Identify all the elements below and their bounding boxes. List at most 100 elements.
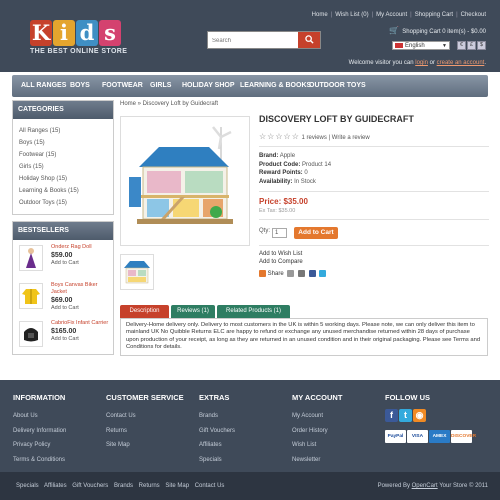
create-account-link[interactable]: create an account	[437, 60, 485, 66]
tab-reviews[interactable]: Reviews (1)	[171, 305, 215, 318]
nav-holiday-shop[interactable]: Holiday Shop	[175, 75, 242, 97]
product-image[interactable]	[120, 116, 250, 246]
search-icon	[304, 35, 314, 44]
twitter-icon[interactable]	[319, 270, 327, 277]
rag-doll-thumbnail[interactable]	[19, 245, 43, 271]
bottom-link[interactable]: Gift Vouchers	[72, 483, 108, 489]
bestseller-add-to-cart[interactable]: Add to Cart	[51, 260, 109, 266]
wish-compare-links: Add to Wish List Add to Compare	[259, 251, 489, 266]
print-icon[interactable]	[298, 270, 306, 277]
nav-footwear[interactable]: Footwear	[95, 75, 150, 97]
email-icon[interactable]	[287, 270, 295, 277]
footer-link[interactable]: Privacy Policy	[13, 438, 66, 453]
write-review-link[interactable]: Write a review	[332, 135, 370, 141]
bottom-link[interactable]: Returns	[139, 483, 160, 489]
bestseller-add-to-cart[interactable]: Add to Cart	[51, 336, 109, 342]
footer-link[interactable]: Gift Vouchers	[199, 424, 235, 439]
bottom-link[interactable]: Contact Us	[195, 483, 225, 489]
footer-link[interactable]: Order History	[292, 424, 342, 439]
top-link-wishlist[interactable]: Wish List (0)	[335, 12, 368, 18]
payment-icons: PayPal VISA AMEX DISCOVER	[385, 430, 476, 443]
nav-outdoor-toys[interactable]: Outdoor Toys	[302, 75, 373, 97]
main-nav: All Ranges Boys Footwear Girls Holiday S…	[12, 75, 488, 97]
category-link[interactable]: All Ranges (15)	[19, 125, 107, 137]
bestseller-name[interactable]: CabrioFix Infant Carrier	[51, 320, 109, 327]
footer-col-information: Information About Us Delivery Informatio…	[13, 393, 66, 467]
availability-row: Availability: In Stock	[259, 178, 489, 187]
facebook-icon[interactable]	[308, 270, 316, 277]
bestseller-add-to-cart[interactable]: Add to Cart	[51, 305, 109, 311]
top-link-checkout[interactable]: Checkout	[461, 12, 486, 18]
footer-heading: Customer Service	[106, 393, 184, 402]
add-to-cart-button[interactable]: Add to Cart	[294, 227, 338, 239]
paypal-icon: PayPal	[385, 430, 406, 443]
add-to-compare-link[interactable]: Add to Compare	[259, 259, 489, 267]
share-plus-icon[interactable]	[259, 270, 266, 277]
bestseller-price: $69.00	[51, 297, 73, 304]
nav-boys[interactable]: Boys	[63, 75, 97, 97]
currency-pound-button[interactable]: £	[467, 41, 476, 50]
footer-link[interactable]: Contact Us	[106, 409, 184, 424]
brand-link[interactable]: Apple	[280, 153, 295, 159]
currency-euro-button[interactable]: €	[457, 41, 466, 50]
infant-carrier-thumbnail[interactable]	[19, 321, 43, 347]
footer-link[interactable]: Affiliates	[199, 438, 235, 453]
footer-link[interactable]: My Account	[292, 409, 342, 424]
logo[interactable]: Kids THE BEST ONLINE STORE	[30, 20, 128, 58]
rating-row: ☆☆☆☆☆ 1 reviews | Write a review	[259, 132, 370, 141]
product-info: Discovery Loft by Guidecraft ☆☆☆☆☆ 1 rev…	[259, 114, 489, 279]
category-link[interactable]: Boys (15)	[19, 137, 107, 149]
reviews-link[interactable]: 1 reviews	[302, 135, 327, 141]
top-link-home[interactable]: Home	[312, 12, 328, 18]
bottom-link[interactable]: Specials	[16, 483, 39, 489]
facebook-icon[interactable]: f	[385, 409, 398, 422]
footer-link[interactable]: Specials	[199, 453, 235, 468]
footer-link[interactable]: Wish List	[292, 438, 342, 453]
category-link[interactable]: Girls (15)	[19, 161, 107, 173]
bestseller-name[interactable]: Boys Canvas Biker Jacket	[51, 282, 109, 296]
points-value: 0	[304, 170, 308, 176]
footer-link[interactable]: Newsletter	[292, 453, 342, 468]
footer-link[interactable]: Delivery Information	[13, 424, 66, 439]
tab-related-products[interactable]: Related Products (1)	[217, 305, 290, 318]
twitter-icon[interactable]: t	[399, 409, 412, 422]
footer-link[interactable]: About Us	[13, 409, 66, 424]
welcome-suffix: .	[484, 60, 486, 66]
rss-icon[interactable]: ◉	[413, 409, 426, 422]
bottom-link[interactable]: Affiliates	[44, 483, 67, 489]
header-cart[interactable]: 🛒 Shopping Cart 0 item(s) - $0.00	[389, 26, 486, 35]
opencart-link[interactable]: OpenCart	[412, 483, 438, 489]
footer-link[interactable]: Returns	[106, 424, 184, 439]
login-link[interactable]: login	[415, 60, 428, 66]
jacket-thumbnail[interactable]	[19, 283, 43, 309]
currency-dollar-button[interactable]: $	[477, 41, 486, 50]
bottom-link[interactable]: Site Map	[165, 483, 189, 489]
uk-flag-icon	[395, 43, 403, 48]
language-select[interactable]: English ▼	[392, 41, 450, 50]
code-value: Product 14	[302, 161, 332, 168]
category-link[interactable]: Learning & Books (15)	[19, 185, 107, 197]
breadcrumb[interactable]: Home » Discovery Loft by Guidecraft	[120, 101, 218, 107]
footer-link[interactable]: Brands	[199, 409, 235, 424]
category-link[interactable]: Footwear (15)	[19, 149, 107, 161]
footer-link[interactable]: Site Map	[106, 438, 184, 453]
welcome-text: Welcome visitor you can login or create …	[349, 60, 486, 66]
search-input[interactable]	[212, 35, 298, 46]
share-label[interactable]: Share	[268, 271, 284, 277]
category-link[interactable]: Holiday Shop (15)	[19, 173, 107, 185]
top-link-account[interactable]: My Account	[376, 12, 407, 18]
bottom-link[interactable]: Brands	[114, 483, 133, 489]
footer-link[interactable]: Terms & Conditions	[13, 453, 66, 468]
category-link[interactable]: Outdoor Toys (15)	[19, 197, 107, 209]
tab-description[interactable]: Description	[120, 305, 169, 318]
product-thumbnail[interactable]	[120, 254, 154, 290]
add-to-wishlist-link[interactable]: Add to Wish List	[259, 251, 489, 259]
search-button[interactable]	[298, 32, 320, 48]
bestseller-name[interactable]: Onderz Rag Doll	[51, 244, 109, 251]
quantity-input[interactable]: 1	[272, 228, 287, 238]
brand-label: Brand:	[259, 153, 279, 159]
top-link-cart[interactable]: Shopping Cart	[415, 12, 453, 18]
currency-switcher: € £ $	[456, 41, 486, 50]
nav-girls[interactable]: Girls	[143, 75, 178, 97]
cart-summary: Shopping Cart 0 item(s) - $0.00	[402, 29, 486, 35]
